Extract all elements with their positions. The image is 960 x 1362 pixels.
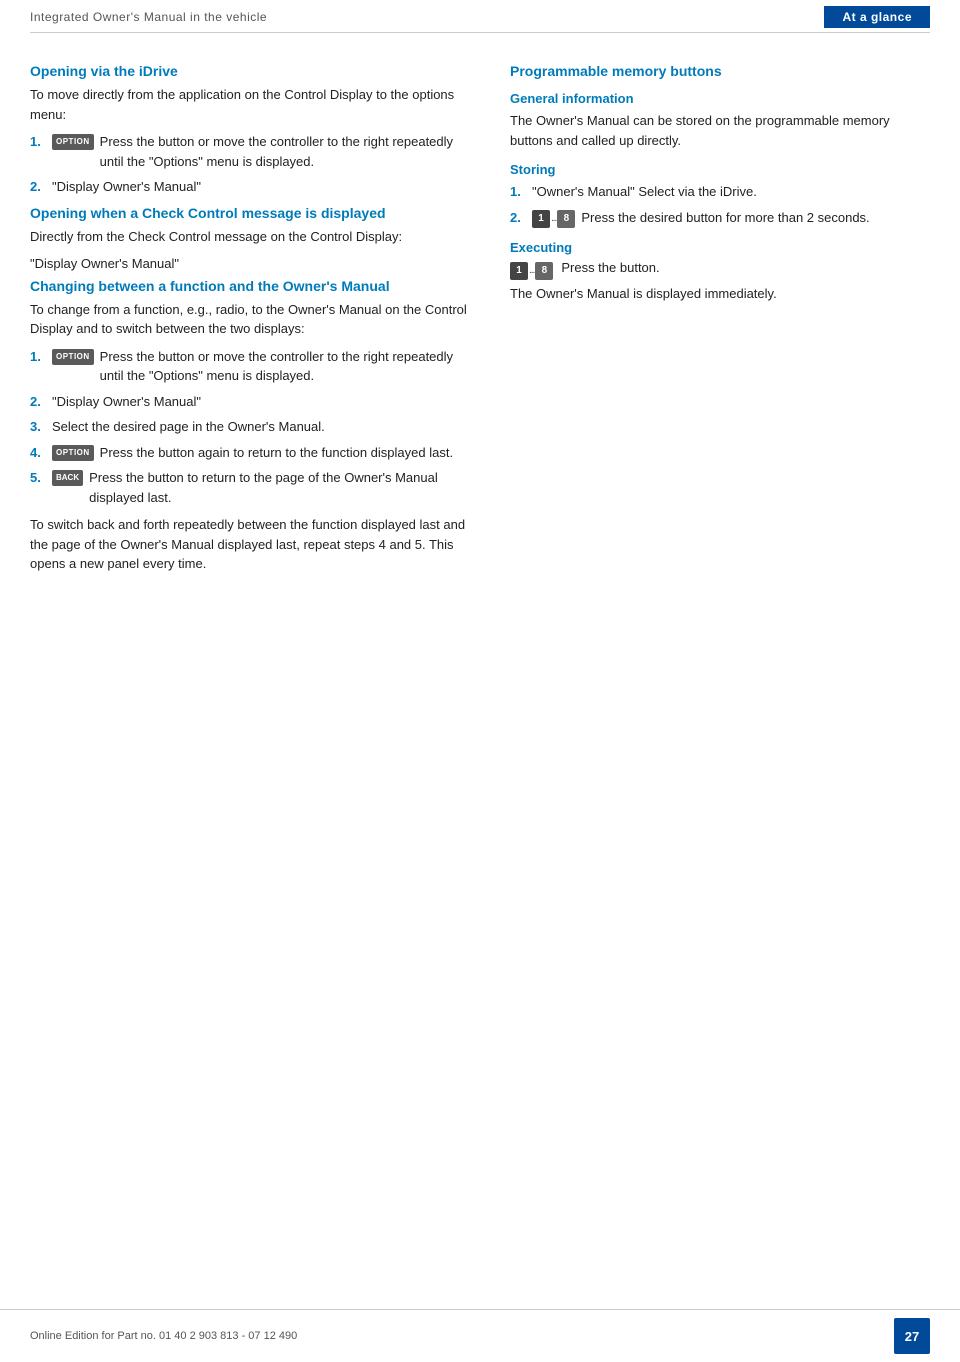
option-button-icon: OPTION: [52, 349, 94, 365]
section-check-control-quote: "Display Owner's Manual": [30, 254, 480, 274]
page-number: 27: [894, 1318, 930, 1354]
subsection-title-executing: Executing: [510, 240, 930, 255]
section-opening-idrive-steps: 1. OPTION Press the button or move the c…: [30, 132, 480, 197]
executing-text1: Press the button.: [561, 260, 659, 275]
exec-button-icon: 1 ... 8: [510, 262, 553, 280]
step-number: 1.: [30, 132, 50, 152]
header-left-text: Integrated Owner's Manual in the vehicle: [30, 10, 267, 24]
header-right-text: At a glance: [824, 6, 930, 28]
step-text: Press the button or move the controller …: [100, 347, 480, 386]
list-item: 1. OPTION Press the button or move the c…: [30, 132, 480, 171]
footer-text: Online Edition for Part no. 01 40 2 903 …: [30, 1330, 297, 1342]
executing-step2: The Owner's Manual is displayed immediat…: [510, 286, 930, 301]
step-content: "Owner's Manual" Select via the iDrive.: [532, 182, 930, 202]
section-title-programmable-memory: Programmable memory buttons: [510, 63, 930, 79]
list-item: 2. 1 ... 8 Press the desired button for …: [510, 208, 930, 228]
subsection-title-storing: Storing: [510, 162, 930, 177]
right-column: Programmable memory buttons General info…: [510, 63, 930, 582]
list-item: 1. OPTION Press the button or move the c…: [30, 347, 480, 386]
back-button-icon: BACK: [52, 470, 83, 486]
step-content: BACK Press the button to return to the p…: [52, 468, 480, 507]
exec-btn-1: 1: [510, 262, 528, 280]
step-content: OPTION Press the button again to return …: [52, 443, 480, 463]
section-opening-idrive: Opening via the iDrive To move directly …: [30, 63, 480, 197]
step-text: Press the button to return to the page o…: [89, 468, 480, 507]
mem-btn-1: 1: [532, 210, 550, 228]
main-content: Opening via the iDrive To move directly …: [0, 33, 960, 602]
step-content: OPTION Press the button or move the cont…: [52, 132, 480, 171]
subsection-title-general-info: General information: [510, 91, 930, 106]
step-content: "Display Owner's Manual": [52, 392, 480, 412]
step-content: OPTION Press the button or move the cont…: [52, 347, 480, 386]
section-check-control-body: Directly from the Check Control message …: [30, 227, 480, 247]
section-title-changing-function: Changing between a function and the Owne…: [30, 278, 480, 294]
step-text: "Display Owner's Manual": [52, 177, 201, 197]
list-item: 3. Select the desired page in the Owner'…: [30, 417, 480, 437]
step-text: Press the desired button for more than 2…: [581, 208, 869, 228]
section-title-opening-idrive: Opening via the iDrive: [30, 63, 480, 79]
step-text: "Display Owner's Manual": [52, 392, 201, 412]
step-number: 2.: [30, 392, 50, 412]
page-footer: Online Edition for Part no. 01 40 2 903 …: [0, 1309, 960, 1362]
exec-btn-dots: ...: [529, 265, 534, 276]
exec-btn-8: 8: [535, 262, 553, 280]
step-text: Select the desired page in the Owner's M…: [52, 417, 325, 437]
step-text: Press the button again to return to the …: [100, 443, 453, 463]
section-changing-function-body: To change from a function, e.g., radio, …: [30, 300, 480, 339]
list-item: 1. "Owner's Manual" Select via the iDriv…: [510, 182, 930, 202]
section-check-control: Opening when a Check Control message is …: [30, 205, 480, 274]
section-title-check-control: Opening when a Check Control message is …: [30, 205, 480, 221]
list-item: 2. "Display Owner's Manual": [30, 177, 480, 197]
step-number: 2.: [30, 177, 50, 197]
step-text: "Owner's Manual" Select via the iDrive.: [532, 182, 757, 202]
step-number: 5.: [30, 468, 50, 488]
step-number: 4.: [30, 443, 50, 463]
list-item: 5. BACK Press the button to return to th…: [30, 468, 480, 507]
section-programmable-memory: Programmable memory buttons General info…: [510, 63, 930, 301]
executing-step1: 1 ... 8 Press the button.: [510, 260, 930, 280]
step-content: "Display Owner's Manual": [52, 177, 480, 197]
list-item: 4. OPTION Press the button again to retu…: [30, 443, 480, 463]
section-opening-idrive-body: To move directly from the application on…: [30, 85, 480, 124]
option-button-icon: OPTION: [52, 445, 94, 461]
option-button-icon: OPTION: [52, 134, 94, 150]
step-number: 1.: [30, 347, 50, 367]
list-item: 2. "Display Owner's Manual": [30, 392, 480, 412]
section-changing-function-steps: 1. OPTION Press the button or move the c…: [30, 347, 480, 508]
memory-button-icon: 1 ... 8: [532, 210, 575, 228]
executing-text2: The Owner's Manual is displayed immediat…: [510, 286, 777, 301]
step-number: 3.: [30, 417, 50, 437]
subsection-general-info-body: The Owner's Manual can be stored on the …: [510, 111, 930, 150]
step-number: 2.: [510, 208, 530, 228]
page-header: Integrated Owner's Manual in the vehicle…: [30, 0, 930, 33]
left-column: Opening via the iDrive To move directly …: [30, 63, 480, 582]
step-content: 1 ... 8 Press the desired button for mor…: [532, 208, 930, 228]
step-text: Press the button or move the controller …: [100, 132, 480, 171]
mem-btn-dots: ...: [551, 211, 556, 226]
step-content: Select the desired page in the Owner's M…: [52, 417, 480, 437]
section-changing-function-footer: To switch back and forth repeatedly betw…: [30, 515, 480, 574]
section-changing-function: Changing between a function and the Owne…: [30, 278, 480, 574]
mem-btn-8: 8: [557, 210, 575, 228]
step-number: 1.: [510, 182, 530, 202]
storing-steps: 1. "Owner's Manual" Select via the iDriv…: [510, 182, 930, 228]
